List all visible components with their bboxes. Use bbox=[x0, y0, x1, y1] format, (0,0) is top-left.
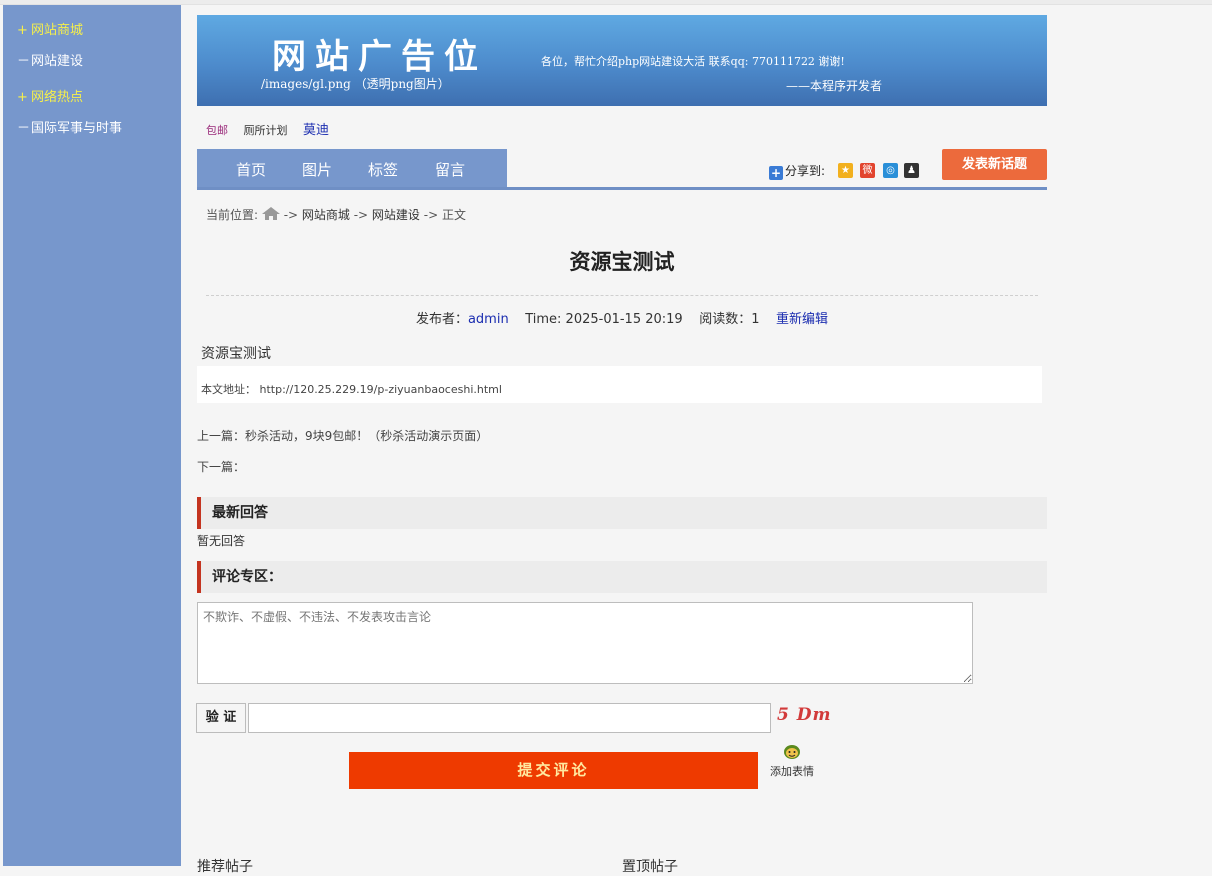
captcha-image[interactable]: 5 Dm bbox=[777, 705, 831, 725]
comment-section-heading: 评论专区： bbox=[197, 561, 1047, 593]
verify-label: 验 证 bbox=[196, 703, 246, 733]
breadcrumb-separator: -> bbox=[419, 208, 442, 222]
article-body: 资源宝测试 bbox=[201, 346, 271, 362]
captcha-input[interactable] bbox=[248, 703, 771, 733]
sidebar-item-military-news[interactable]: －国际军事与时事 bbox=[17, 119, 122, 139]
share-bar[interactable]: + 分享到: bbox=[769, 162, 825, 180]
share-plus-icon: + bbox=[769, 166, 783, 180]
sidebar-item-website-build[interactable]: －网站建设 bbox=[17, 52, 83, 72]
ad-banner[interactable]: 网站广告位 /images/gl.png （透明png图片） 各位，帮忙介绍ph… bbox=[197, 15, 1047, 106]
banner-path: /images/gl.png （透明png图片） bbox=[261, 77, 450, 91]
qq-icon[interactable]: ♟ bbox=[904, 163, 919, 178]
page-title: 资源宝测试 bbox=[569, 250, 675, 274]
submit-comment-button[interactable]: 提交评论 bbox=[349, 752, 758, 789]
author-label: 发布者： bbox=[415, 312, 468, 327]
sidebar-item-label: 网络热点 bbox=[31, 90, 84, 105]
main-nav: 首页 图片 标签 留言 + 分享到: ★ 微 ◎ ♟ 发表新话题 bbox=[197, 149, 1047, 190]
tag-link[interactable]: 莫迪 bbox=[303, 123, 329, 138]
sidebar-item-hot-topics[interactable]: + 网络热点 bbox=[17, 88, 83, 108]
post-new-topic-button[interactable]: 发表新话题 bbox=[942, 149, 1047, 180]
weibo-icon[interactable]: 微 bbox=[860, 163, 875, 178]
collapse-icon: － bbox=[17, 54, 31, 69]
expand-icon: + bbox=[17, 90, 28, 105]
breadcrumb-prefix: 当前位置: bbox=[206, 208, 259, 222]
sidebar-item-label: 网站商城 bbox=[31, 23, 84, 38]
collapse-icon: － bbox=[17, 121, 31, 136]
qzone-icon[interactable]: ★ bbox=[838, 163, 853, 178]
add-emoji-button[interactable]: 添加表情 bbox=[766, 744, 818, 779]
tab-images[interactable]: 图片 bbox=[302, 159, 332, 180]
nav-tabs: 首页 图片 标签 留言 bbox=[197, 149, 507, 187]
banner-signature: ——本程序开发者 bbox=[786, 79, 883, 93]
breadcrumb-separator: -> bbox=[349, 208, 372, 222]
tencent-weibo-icon[interactable]: ◎ bbox=[883, 163, 898, 178]
banner-message: 各位，帮忙介绍php网站建设大活 联系qq: 770111722 谢谢! bbox=[541, 55, 845, 68]
tab-home[interactable]: 首页 bbox=[236, 159, 266, 180]
tag-list: 包邮 厕所计划 莫迪 bbox=[206, 119, 341, 138]
article-meta: 发布者：admin Time: 2025-01-15 20:19 阅读数：1 重… bbox=[197, 308, 1047, 327]
re-edit-link[interactable]: 重新编辑 bbox=[776, 312, 828, 327]
home-icon[interactable] bbox=[261, 207, 280, 220]
share-label: 分享到: bbox=[785, 164, 826, 178]
breadcrumb-shop[interactable]: 网站商城 bbox=[302, 208, 350, 222]
sidebar-item-label: 国际军事与时事 bbox=[31, 121, 123, 136]
breadcrumb-website-build[interactable]: 网站建设 bbox=[372, 208, 420, 222]
prev-article-link[interactable]: 上一篇：秒杀活动，9块9包邮！（秒杀活动演示页面） bbox=[197, 427, 488, 444]
view-count: 阅读数：1 bbox=[699, 312, 760, 327]
tab-tags[interactable]: 标签 bbox=[368, 159, 398, 180]
publish-time: Time: 2025-01-15 20:19 bbox=[525, 312, 683, 327]
title-divider bbox=[206, 295, 1038, 296]
tab-guestbook[interactable]: 留言 bbox=[435, 159, 465, 180]
sidebar-item-label: 网站建设 bbox=[31, 54, 84, 69]
no-replies-text: 暂无回答 bbox=[197, 534, 246, 548]
breadcrumb-current: 正文 bbox=[441, 208, 466, 222]
breadcrumb: 当前位置: -> 网站商城 -> 网站建设 -> 正文 bbox=[206, 206, 466, 223]
sidebar: + 网站商城 －网站建设 + 网络热点 －国际军事与时事 bbox=[3, 5, 181, 866]
article-url: 本文地址： http://120.25.229.19/p-ziyuanbaoce… bbox=[197, 366, 1042, 403]
sidebar-item-shop[interactable]: + 网站商城 bbox=[17, 21, 83, 41]
comment-textarea[interactable] bbox=[197, 602, 973, 684]
recommended-posts-heading: 推荐帖子 bbox=[197, 859, 253, 875]
author-name[interactable]: admin bbox=[468, 312, 509, 327]
add-emoji-label: 添加表情 bbox=[770, 765, 814, 778]
breadcrumb-separator: -> bbox=[279, 208, 302, 222]
banner-title: 网站广告位 bbox=[272, 37, 487, 77]
tag-link[interactable]: 厕所计划 bbox=[244, 124, 288, 137]
expand-icon: + bbox=[17, 23, 28, 38]
tag-link[interactable]: 包邮 bbox=[206, 124, 228, 137]
emoji-face-icon bbox=[784, 745, 800, 759]
next-article-link: 下一篇： bbox=[197, 460, 246, 474]
pinned-posts-heading: 置顶帖子 bbox=[622, 859, 678, 875]
latest-replies-heading: 最新回答 bbox=[197, 497, 1047, 529]
